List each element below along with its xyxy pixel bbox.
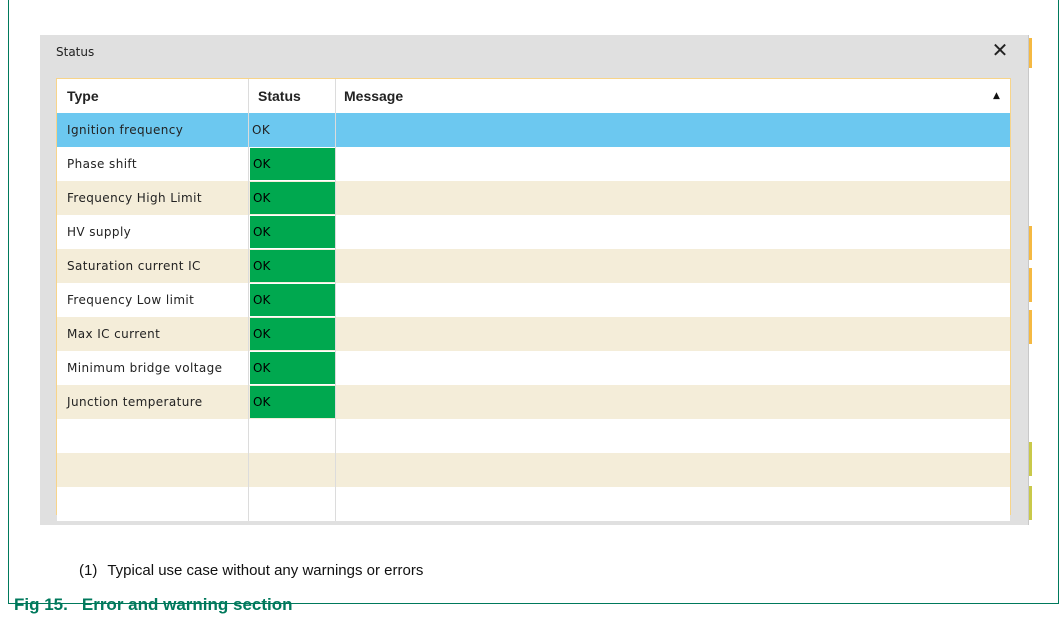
- status-ok-badge: OK: [250, 386, 335, 418]
- figure-title-text: Error and warning section: [81, 595, 293, 614]
- cell-message: [336, 181, 1010, 215]
- status-ok-badge: OK: [250, 284, 335, 316]
- cell-message: [336, 317, 1010, 351]
- table-row[interactable]: Junction temperature OK: [57, 385, 1010, 419]
- cell-type: [57, 419, 249, 453]
- cell-message: [336, 385, 1010, 419]
- cell-type: [57, 487, 249, 521]
- cell-message: [336, 147, 1010, 181]
- table-header-row: Type Status Message ▲: [57, 79, 1010, 114]
- cell-type: Phase shift: [57, 147, 249, 181]
- cell-type: Frequency Low limit: [57, 283, 249, 317]
- cell-message: [336, 419, 1010, 453]
- status-dialog: Status ✕ Type Status Message ▲ Ignition …: [40, 35, 1029, 525]
- status-ok-badge: OK: [250, 216, 335, 248]
- column-header-status[interactable]: Status: [249, 79, 336, 113]
- dialog-title: Status: [56, 45, 95, 59]
- caption-text: Typical use case without any warnings or…: [107, 562, 424, 579]
- cell-type: HV supply: [57, 215, 249, 249]
- close-icon[interactable]: ✕: [989, 39, 1011, 61]
- cell-type: Frequency High Limit: [57, 181, 249, 215]
- cell-status: [249, 419, 336, 453]
- cell-message: [336, 113, 1010, 147]
- status-ok-badge: OK: [250, 148, 335, 180]
- status-ok-badge: OK: [250, 250, 335, 282]
- cell-status: [249, 487, 336, 521]
- cell-type: Ignition frequency: [57, 113, 249, 147]
- figure-title: Fig 15. Error and warning section: [14, 595, 293, 615]
- cell-status: OK: [249, 113, 336, 147]
- table-row[interactable]: Saturation current IC OK: [57, 249, 1010, 283]
- table-row[interactable]: HV supply OK: [57, 215, 1010, 249]
- empty-table-row: [57, 487, 1010, 521]
- status-ok-badge: OK: [250, 182, 335, 214]
- column-header-type[interactable]: Type: [57, 79, 249, 113]
- cell-message: [336, 215, 1010, 249]
- cell-type: Max IC current: [57, 317, 249, 351]
- cell-message: [336, 453, 1010, 487]
- cell-message: [336, 487, 1010, 521]
- status-ok-badge: OK: [250, 318, 335, 350]
- cell-message: [336, 283, 1010, 317]
- figure-caption: (1) Typical use case without any warnings…: [79, 562, 423, 579]
- empty-table-row: [57, 419, 1010, 453]
- cell-message: [336, 351, 1010, 385]
- column-header-message[interactable]: Message: [336, 79, 1010, 113]
- table-row[interactable]: Ignition frequency OK: [57, 113, 1010, 147]
- table-row[interactable]: Frequency High Limit OK: [57, 181, 1010, 215]
- cell-message: [336, 249, 1010, 283]
- table-row[interactable]: Phase shift OK: [57, 147, 1010, 181]
- cell-type: [57, 453, 249, 487]
- table-row[interactable]: Max IC current OK: [57, 317, 1010, 351]
- cell-type: Minimum bridge voltage: [57, 351, 249, 385]
- cell-type: Junction temperature: [57, 385, 249, 419]
- cell-status: [249, 453, 336, 487]
- empty-table-row: [57, 453, 1010, 487]
- cell-type: Saturation current IC: [57, 249, 249, 283]
- table-row[interactable]: Frequency Low limit OK: [57, 283, 1010, 317]
- status-ok-badge: OK: [250, 352, 335, 384]
- sort-ascending-icon[interactable]: ▲: [993, 91, 1000, 101]
- caption-number: (1): [79, 562, 98, 579]
- figure-label: Fig 15.: [14, 595, 68, 614]
- status-table: Type Status Message ▲ Ignition frequency…: [56, 78, 1011, 521]
- table-row[interactable]: Minimum bridge voltage OK: [57, 351, 1010, 385]
